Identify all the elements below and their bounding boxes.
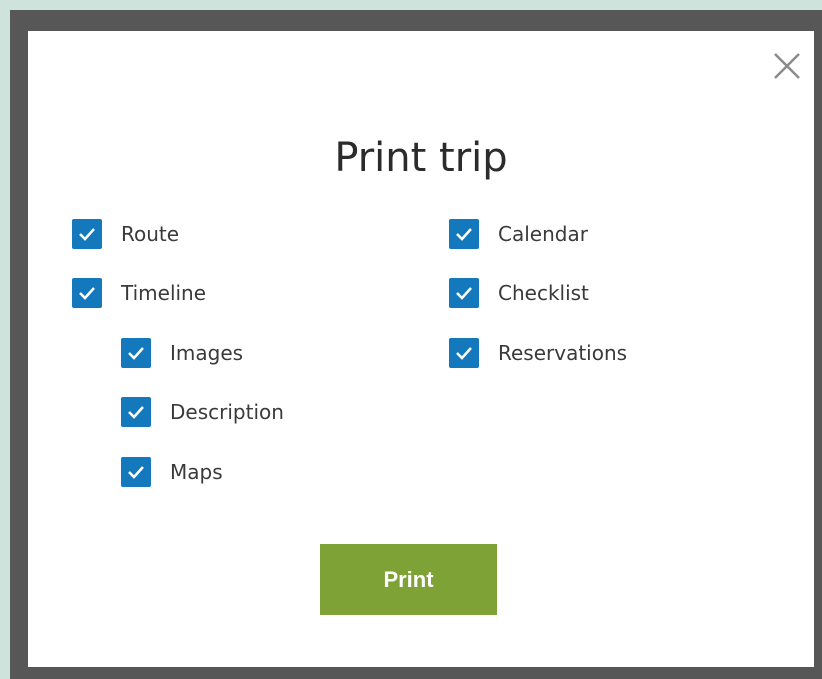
option-label: Route (121, 222, 180, 246)
option-label: Calendar (498, 222, 588, 246)
option-label: Images (170, 341, 244, 365)
option-timeline[interactable]: Timeline (72, 278, 206, 308)
close-button[interactable] (772, 51, 802, 81)
option-description[interactable]: Description (121, 397, 284, 427)
checkbox-calendar[interactable] (449, 219, 479, 249)
option-label: Reservations (498, 341, 628, 365)
close-icon (774, 53, 800, 79)
checkbox-maps[interactable] (121, 457, 151, 487)
checkmark-icon (128, 347, 144, 360)
option-label: Maps (170, 460, 223, 484)
option-route[interactable]: Route (72, 219, 179, 249)
print-trip-dialog: Print trip Route Timeline Images Descrip… (28, 31, 814, 667)
checkmark-icon (128, 406, 144, 419)
checkbox-checklist[interactable] (449, 278, 479, 308)
checkmark-icon (79, 228, 95, 241)
checkmark-icon (456, 347, 472, 360)
checkbox-description[interactable] (121, 397, 151, 427)
checkmark-icon (79, 287, 95, 300)
checkmark-icon (456, 228, 472, 241)
option-reservations[interactable]: Reservations (449, 338, 627, 368)
option-maps[interactable]: Maps (121, 457, 223, 487)
checkbox-images[interactable] (121, 338, 151, 368)
print-button[interactable]: Print (320, 544, 497, 615)
option-label: Timeline (121, 281, 207, 305)
checkmark-icon (456, 287, 472, 300)
checkbox-reservations[interactable] (449, 338, 479, 368)
checkbox-timeline[interactable] (72, 278, 102, 308)
option-images[interactable]: Images (121, 338, 243, 368)
option-calendar[interactable]: Calendar (449, 219, 588, 249)
checkbox-route[interactable] (72, 219, 102, 249)
option-label: Description (170, 400, 284, 424)
dialog-title: Print trip (334, 135, 508, 181)
option-label: Checklist (498, 281, 589, 305)
checkmark-icon (128, 466, 144, 479)
option-checklist[interactable]: Checklist (449, 278, 589, 308)
